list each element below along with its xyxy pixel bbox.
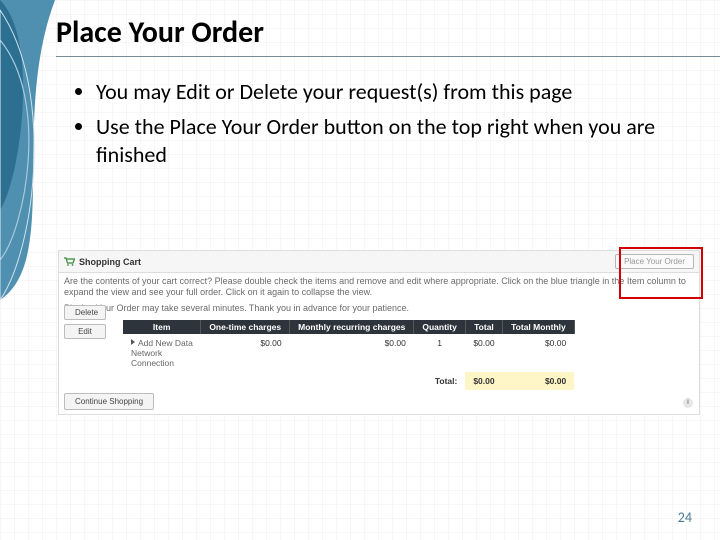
cell-quantity: 1: [414, 334, 465, 372]
total-label: Total:: [414, 372, 465, 390]
row-action-buttons: Delete Edit: [64, 305, 106, 339]
cell-monthly: $0.00: [290, 334, 414, 372]
col-monthly: Monthly recurring charges: [290, 320, 414, 334]
bullet-item: You may Edit or Delete your request(s) f…: [96, 78, 664, 107]
cart-table: Item One-time charges Monthly recurring …: [123, 320, 575, 390]
bullet-item: Use the Place Your Order button on the t…: [96, 113, 664, 170]
cart-header-bar: Shopping Cart Place Your Order: [59, 251, 699, 273]
total-amount: $0.00: [465, 372, 502, 390]
total-monthly-amount: $0.00: [503, 372, 575, 390]
cart-icon: [64, 257, 75, 266]
item-line: Network: [131, 348, 162, 358]
cell-item: Add New Data Network Connection: [123, 334, 201, 372]
cell-total: $0.00: [465, 334, 502, 372]
title-underline: [56, 56, 720, 57]
cart-instructions-line-2: Placing Your Order may take several minu…: [64, 303, 694, 314]
cart-instructions: Are the contents of your cart correct? P…: [59, 273, 699, 320]
slide: Place Your Order You may Edit or Delete …: [0, 0, 720, 540]
decorative-left-swirl: [0, 0, 55, 540]
col-one-time: One-time charges: [201, 320, 290, 334]
place-your-order-button[interactable]: Place Your Order: [615, 254, 694, 269]
expand-triangle-icon[interactable]: [131, 339, 135, 345]
embedded-screenshot: Shopping Cart Place Your Order Are the c…: [58, 250, 700, 415]
cart-title: Shopping Cart: [79, 257, 141, 267]
cart-table-header-row: Item One-time charges Monthly recurring …: [123, 320, 574, 334]
item-line: Connection: [131, 358, 174, 368]
delete-button[interactable]: Delete: [64, 305, 106, 320]
cart-instructions-line-1: Are the contents of your cart correct? P…: [64, 276, 694, 299]
cell-one-time: $0.00: [201, 334, 290, 372]
col-total-monthly: Total Monthly: [503, 320, 575, 334]
col-total: Total: [465, 320, 502, 334]
bullet-list: You may Edit or Delete your request(s) f…: [72, 78, 664, 176]
table-total-row: Total: $0.00 $0.00: [123, 372, 574, 390]
item-line: Add New Data: [138, 338, 193, 348]
page-number: 24: [678, 509, 692, 526]
col-quantity: Quantity: [414, 320, 465, 334]
col-item: Item: [123, 320, 201, 334]
page-title: Place Your Order: [56, 14, 264, 51]
continue-shopping-button[interactable]: Continue Shopping: [64, 393, 154, 410]
table-row: Add New Data Network Connection $0.00 $0…: [123, 334, 574, 372]
info-icon[interactable]: i: [683, 398, 693, 408]
cell-total-monthly: $0.00: [503, 334, 575, 372]
edit-button[interactable]: Edit: [64, 324, 106, 339]
